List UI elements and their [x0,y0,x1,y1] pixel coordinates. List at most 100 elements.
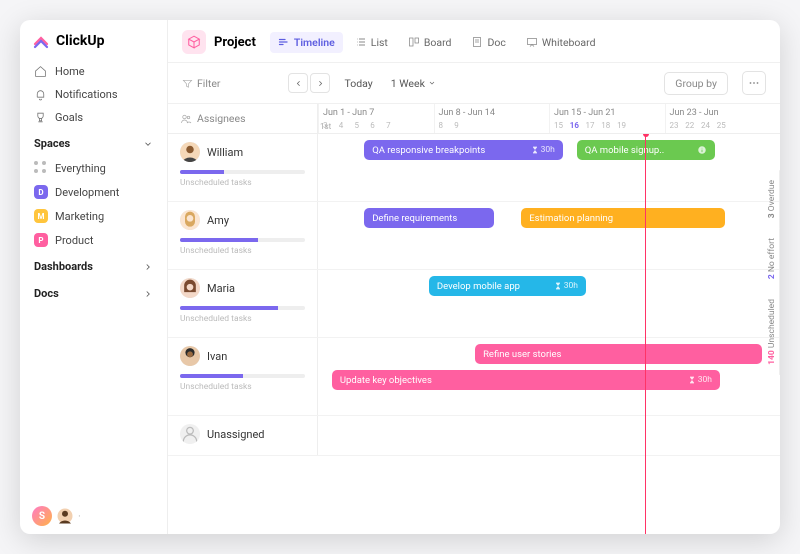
lane-amy[interactable]: Define requirements Estimation planning [318,202,780,269]
hourglass-icon [688,376,696,384]
row-left-ivan: Ivan Unscheduled tasks [168,338,318,415]
more-members[interactable]: · [78,510,81,523]
space-product[interactable]: P Product [20,228,167,252]
lane-william[interactable]: QA responsive breakpoints 30h QA mobile … [318,134,780,201]
timeline-rows: William Unscheduled tasks QA responsive … [168,134,780,534]
hourglass-icon [554,282,562,290]
main-area: Project Timeline List Board Doc Whiteboa… [168,20,780,534]
trophy-icon [34,111,47,124]
tab-board[interactable]: Board [400,32,460,53]
more-options-button[interactable] [742,71,766,95]
spaces-header-label: Spaces [34,137,70,150]
info-badge [697,145,707,155]
product-space-icon: P [34,233,48,247]
tab-board-label: Board [424,36,452,49]
lane-unassigned[interactable] [318,416,780,455]
board-icon [408,36,420,48]
assignee-name: Ivan [207,350,227,363]
task-refine-stories[interactable]: Refine user stories [475,344,761,364]
bell-icon [34,88,47,101]
tab-doc-label: Doc [487,36,505,49]
unscheduled-label: Unscheduled tasks [180,246,305,256]
app-window: ClickUp Home Notifications Goals Spaces … [20,20,780,534]
nav-notifications[interactable]: Notifications [20,83,167,106]
tab-list-label: List [371,36,388,49]
hours-badge: 30h [554,281,578,291]
week-4: Jun 23 - Jun23222425 [665,104,781,133]
chevron-right-icon [143,289,153,299]
person-icon [180,424,200,444]
space-product-label: Product [55,234,93,247]
doc-icon [471,36,483,48]
week-headers: 1st Jun 1 - Jun 734567 Jun 8 - Jun 1489 … [318,104,780,133]
unscheduled-label: Unscheduled tasks [180,178,305,188]
docs-header[interactable]: Docs [20,279,167,306]
assignee-ivan[interactable]: Ivan [180,346,305,366]
row-left-unassigned: Unassigned [168,416,318,455]
group-by-button[interactable]: Group by [664,72,728,95]
badge-overdue[interactable]: 3 Overdue [765,170,780,228]
clickup-logo-icon [32,32,50,50]
tab-timeline[interactable]: Timeline [270,32,343,53]
spaces-header[interactable]: Spaces [20,129,167,156]
workload-bar [180,238,305,242]
row-unassigned: Unassigned [168,416,780,456]
lane-ivan[interactable]: Refine user stories Update key objective… [318,338,780,415]
chevron-right-icon [143,262,153,272]
view-toolbar: Project Timeline List Board Doc Whiteboa… [168,20,780,63]
badge-noeffort[interactable]: 2 No effort [765,228,780,289]
lane-maria[interactable]: Develop mobile app 30h [318,270,780,337]
tab-whiteboard-label: Whiteboard [542,36,596,49]
assignee-maria[interactable]: Maria [180,278,305,298]
workload-bar [180,374,305,378]
current-user-avatar[interactable]: S [32,506,52,526]
filter-toolbar: Filter Today 1 Week Group by [168,63,780,104]
unscheduled-label: Unscheduled tasks [180,382,305,392]
avatar-unassigned [180,424,200,444]
range-label: 1 Week [391,77,425,90]
today-button[interactable]: Today [344,77,372,90]
task-update-objectives[interactable]: Update key objectives 30h [332,370,720,390]
nav-home[interactable]: Home [20,60,167,83]
tab-list[interactable]: List [347,32,396,53]
tab-doc[interactable]: Doc [463,32,513,53]
member-avatar-icon[interactable] [56,507,74,525]
next-button[interactable] [310,73,330,93]
today-marker [645,134,646,534]
info-icon [697,145,707,155]
space-marketing[interactable]: M Marketing [20,204,167,228]
dashboards-label: Dashboards [34,260,93,273]
dashboards-header[interactable]: Dashboards [20,252,167,279]
space-everything[interactable]: Everything [20,156,167,180]
row-left-amy: Amy Unscheduled tasks [168,202,318,269]
space-marketing-label: Marketing [55,210,104,223]
row-ivan: Ivan Unscheduled tasks Refine user stori… [168,338,780,416]
assignee-unassigned[interactable]: Unassigned [180,424,305,444]
logo-text: ClickUp [56,33,104,49]
assignee-name: William [207,146,243,159]
nav-goals[interactable]: Goals [20,106,167,129]
task-qa-responsive[interactable]: QA responsive breakpoints 30h [364,140,563,160]
filter-button[interactable]: Filter [182,77,220,90]
list-icon [355,36,367,48]
task-estimation-planning[interactable]: Estimation planning [521,208,724,228]
assignees-column-header[interactable]: Assignees [168,104,318,133]
tab-whiteboard[interactable]: Whiteboard [518,32,604,53]
count-indicator: 1st [320,122,331,131]
home-icon [34,65,47,78]
chevron-down-icon [428,79,436,87]
task-develop-mobile[interactable]: Develop mobile app 30h [429,276,586,296]
chevron-left-icon [294,79,303,88]
range-selector[interactable]: 1 Week [391,77,436,90]
space-development[interactable]: D Development [20,180,167,204]
week-3: Jun 15 - Jun 211516171819 [549,104,665,133]
prev-button[interactable] [288,73,308,93]
task-define-requirements[interactable]: Define requirements [364,208,493,228]
assignee-william[interactable]: William [180,142,305,162]
avatar-maria [180,278,200,298]
assignee-amy[interactable]: Amy [180,210,305,230]
assignees-label: Assignees [197,112,246,125]
docs-label: Docs [34,287,59,300]
badge-unscheduled[interactable]: 140 Unscheduled [765,289,780,375]
avatar-amy [180,210,200,230]
